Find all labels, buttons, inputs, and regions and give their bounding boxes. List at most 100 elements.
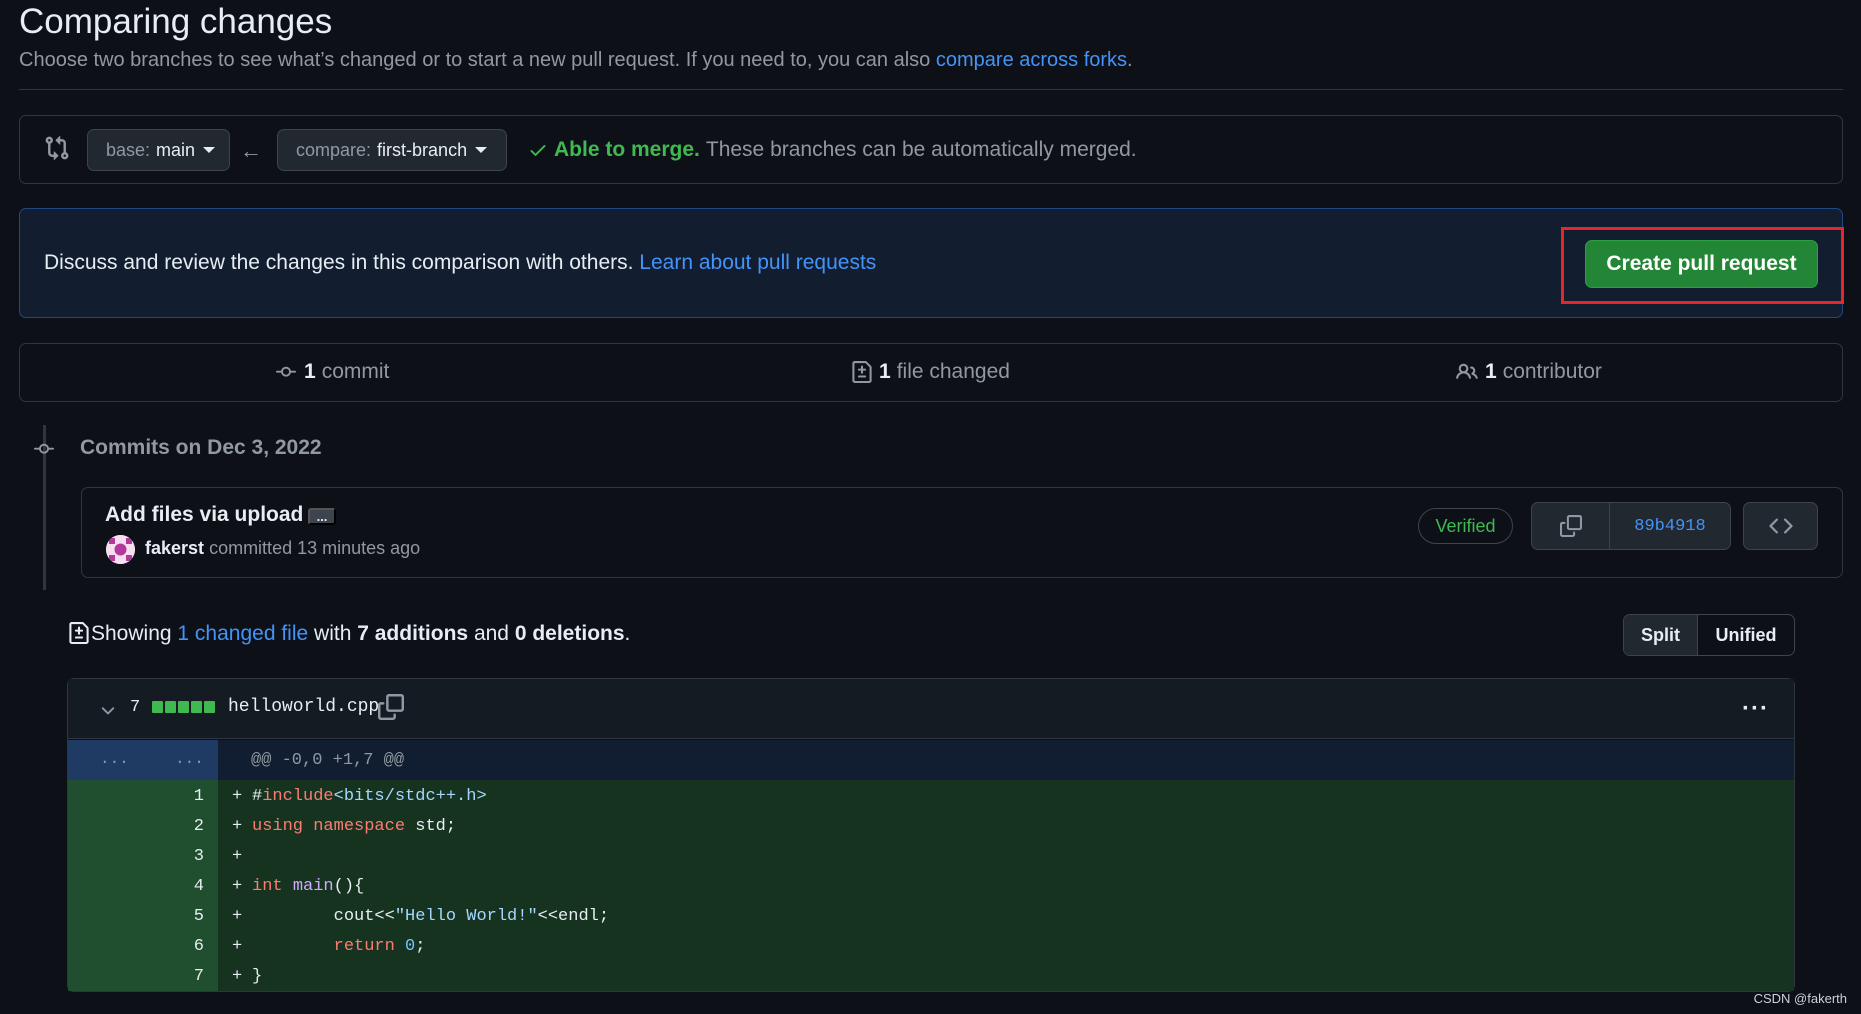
- unified-view-button[interactable]: Unified: [1698, 615, 1794, 655]
- diffstat-addition-block: [191, 701, 202, 713]
- git-compare-icon[interactable]: [44, 135, 70, 161]
- page-description-text: Choose two branches to see what’s change…: [19, 49, 931, 71]
- code-line-text: return 0;: [333, 936, 426, 956]
- diff-line: 3 +: [68, 841, 1794, 871]
- people-icon: [1456, 363, 1478, 379]
- arrow-left-icon: ←: [240, 138, 262, 163]
- avatar[interactable]: [106, 535, 135, 564]
- compare-branch-value: first-branch: [377, 139, 468, 160]
- base-branch-label: base:: [106, 139, 151, 160]
- diff-line-sign: +: [232, 936, 243, 956]
- discuss-message: Discuss and review the changes in this c…: [44, 251, 634, 274]
- hunk-header: @@ -0,0 +1,7 @@: [251, 751, 405, 770]
- files-summary[interactable]: 1 file changed: [851, 360, 1010, 384]
- diffstat-addition-block: [152, 701, 163, 713]
- merge-status-ok: Able to merge.: [554, 138, 700, 161]
- diff-summary-prefix: Showing: [91, 622, 172, 645]
- diffstat-addition-block: [165, 701, 176, 713]
- diff-line-sign: +: [232, 846, 243, 866]
- page-description: Choose two branches to see what’s change…: [19, 49, 1133, 72]
- commit-sha-link[interactable]: 89b4918: [1610, 503, 1730, 549]
- browse-repository-button[interactable]: [1743, 502, 1818, 550]
- check-icon: [530, 145, 546, 156]
- deletions-count: 0 deletions: [514, 622, 625, 645]
- diff-line-sign: +: [232, 786, 243, 806]
- caret-down-icon: [475, 147, 488, 153]
- file-name-link[interactable]: helloworld.cpp: [228, 697, 379, 717]
- learn-about-pull-requests-link[interactable]: Learn about pull requests: [639, 251, 876, 274]
- copy-sha-button[interactable]: [1532, 503, 1610, 549]
- compare-across-forks-link[interactable]: compare across forks: [936, 49, 1127, 71]
- diff-summary-and: and: [473, 622, 509, 645]
- changed-files-link[interactable]: 1 changed file: [177, 622, 308, 645]
- compare-branch-select[interactable]: compare: first-branch: [277, 129, 507, 171]
- compare-branch-label: compare:: [296, 139, 372, 160]
- split-view-button[interactable]: Split: [1624, 615, 1698, 655]
- kebab-horizontal-icon[interactable]: ···: [1742, 695, 1769, 723]
- commit-author-link[interactable]: fakerst: [145, 538, 204, 558]
- contributors-summary[interactable]: 1 contributor: [1455, 360, 1602, 384]
- diff-line: 1 + #include<bits/stdc++.h>: [68, 781, 1794, 811]
- code-line-text: int main(){: [252, 876, 365, 896]
- commit-expand-button[interactable]: ...: [308, 508, 336, 525]
- diff-line-sign: +: [232, 966, 243, 986]
- page-title: Comparing changes: [19, 2, 333, 41]
- code-line-text: #include<bits/stdc++.h>: [252, 786, 487, 806]
- diff-view-toggle: Split Unified: [1623, 614, 1795, 656]
- line-number[interactable]: 6: [68, 937, 204, 956]
- create-pull-request-button[interactable]: Create pull request: [1585, 240, 1818, 288]
- commits-summary[interactable]: 1 commit: [274, 360, 389, 384]
- code-icon: [1768, 518, 1793, 534]
- diff-summary-suffix: .: [624, 622, 631, 645]
- copy-icon[interactable]: [378, 694, 404, 720]
- caret-down-icon: [203, 147, 216, 153]
- file-diff-icon: [69, 622, 89, 644]
- chevron-down-icon[interactable]: [98, 701, 118, 721]
- code-line-text: }: [252, 966, 263, 986]
- diff-line: 5 + cout<<"Hello World!"<<endl;: [68, 901, 1794, 931]
- line-number[interactable]: 3: [68, 847, 204, 866]
- commit-action: committed 13 minutes ago: [209, 538, 421, 558]
- sha-button-group: 89b4918: [1531, 502, 1731, 550]
- commits-label: commit: [321, 360, 390, 383]
- commits-date-heading: Commits on Dec 3, 2022: [80, 436, 322, 459]
- commit-meta: fakerst committed 13 minutes ago: [145, 538, 420, 559]
- diffstat-blocks: [152, 701, 215, 713]
- diff-line: 2 + using namespace std;: [68, 811, 1794, 841]
- commit-icon: [276, 366, 296, 377]
- diffstat-addition-block: [178, 701, 189, 713]
- line-number[interactable]: 4: [68, 877, 204, 896]
- diffstat-addition-block: [204, 701, 215, 713]
- merge-status: Able to merge. These branches can be aut…: [528, 138, 1137, 162]
- diffstat-count: 7: [130, 698, 141, 717]
- diff-line-sign: +: [232, 876, 243, 896]
- page-description-suffix: .: [1127, 49, 1133, 71]
- line-number[interactable]: 2: [68, 817, 204, 836]
- files-count: 1: [879, 360, 891, 383]
- copy-icon: [1559, 515, 1582, 537]
- hunk-expand-right[interactable]: ...: [175, 750, 204, 768]
- diff-line-sign: +: [232, 906, 243, 926]
- merge-status-message: These branches can be automatically merg…: [705, 138, 1137, 161]
- diff-line: 4 + int main(){: [68, 871, 1794, 901]
- contributors-count: 1: [1485, 360, 1497, 383]
- hunk-expand-left[interactable]: ...: [100, 750, 129, 768]
- line-number[interactable]: 1: [68, 787, 204, 806]
- additions-count: 7 additions: [357, 622, 469, 645]
- commit-icon: [34, 443, 54, 454]
- base-branch-select[interactable]: base: main: [87, 129, 230, 171]
- avatar-image: [106, 535, 135, 564]
- verified-badge[interactable]: Verified: [1418, 508, 1513, 544]
- base-branch-value: main: [156, 139, 196, 160]
- diff-line: 6 + return 0;: [68, 931, 1794, 961]
- diff-line: 7 +}: [68, 961, 1794, 991]
- code-line-text: using namespace std;: [252, 816, 457, 836]
- discuss-text: Discuss and review the changes in this c…: [44, 251, 876, 275]
- line-number[interactable]: 5: [68, 907, 204, 926]
- commit-title-link[interactable]: Add files via upload: [105, 503, 303, 527]
- line-number[interactable]: 7: [68, 967, 204, 986]
- file-diff-icon: [852, 361, 872, 383]
- code-line-text: cout<<"Hello World!"<<endl;: [252, 906, 610, 926]
- header-divider: [19, 89, 1843, 90]
- files-label: file changed: [896, 360, 1010, 383]
